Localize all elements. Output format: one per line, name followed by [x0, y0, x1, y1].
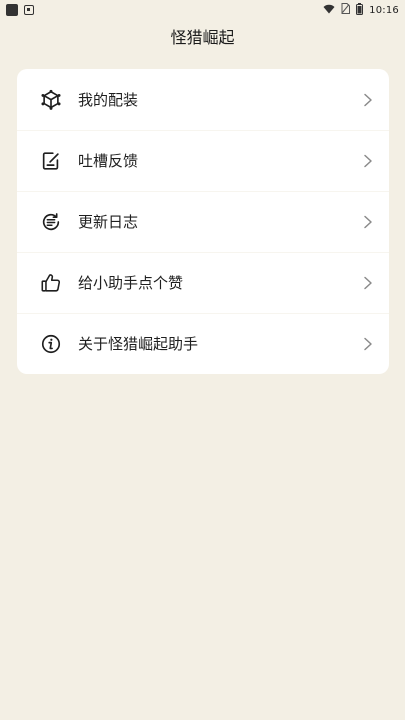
- menu-card: 我的配装 吐槽反馈 更新日志 给小助手点个赞 关于怪猎崛起助手: [17, 69, 389, 374]
- no-sim-icon: [341, 3, 351, 17]
- chevron-right-icon: [361, 215, 375, 229]
- feedback-edit-icon: [39, 149, 63, 173]
- info-icon: [39, 332, 63, 356]
- menu-item-label: 吐槽反馈: [78, 152, 139, 170]
- app-screen: 10:16 怪猎崛起 我的配装 吐槽反馈 更新日志 给小助手点个赞 关于怪猎崛起…: [0, 0, 405, 720]
- page-title: 怪猎崛起: [170, 28, 235, 47]
- update-log-icon: [39, 210, 63, 234]
- status-left: [6, 4, 34, 16]
- gear-cube-icon: [39, 88, 63, 112]
- wifi-icon: [323, 4, 335, 17]
- menu-item-about[interactable]: 关于怪猎崛起助手: [17, 313, 389, 374]
- status-right: 10:16: [323, 2, 399, 18]
- chevron-right-icon: [361, 276, 375, 290]
- chevron-right-icon: [361, 93, 375, 107]
- battery-icon: [356, 2, 364, 18]
- menu-item-label: 我的配装: [78, 91, 139, 109]
- menu-item-update-log[interactable]: 更新日志: [17, 191, 389, 252]
- thumbs-up-icon: [39, 271, 63, 295]
- menu-item-label: 给小助手点个赞: [78, 274, 184, 292]
- menu-item-my-loadout[interactable]: 我的配装: [17, 69, 389, 130]
- chevron-right-icon: [361, 154, 375, 168]
- menu-item-label: 更新日志: [78, 213, 139, 231]
- chevron-right-icon: [361, 337, 375, 351]
- status-bar: 10:16: [0, 0, 405, 20]
- menu-item-feedback[interactable]: 吐槽反馈: [17, 130, 389, 191]
- image-notification-icon: [24, 5, 34, 15]
- app-notification-icon: [6, 4, 18, 16]
- status-time: 10:16: [369, 4, 399, 16]
- menu-item-give-like[interactable]: 给小助手点个赞: [17, 252, 389, 313]
- menu-item-label: 关于怪猎崛起助手: [78, 335, 199, 353]
